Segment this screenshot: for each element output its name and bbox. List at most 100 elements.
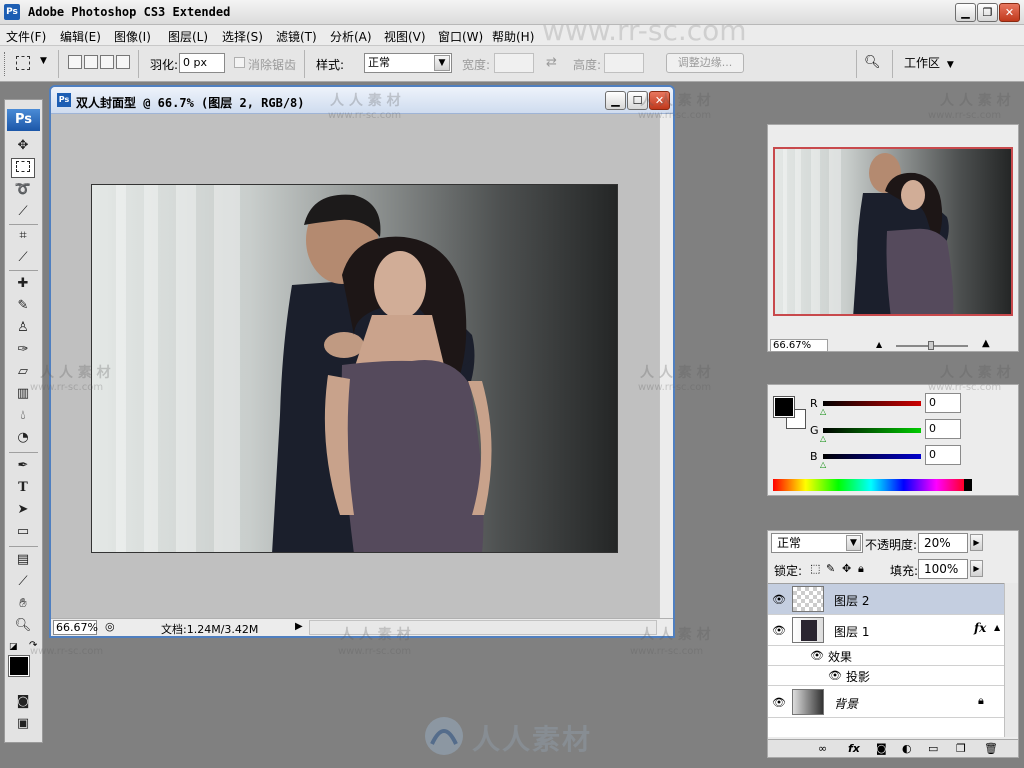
new-selection-button[interactable] — [68, 55, 82, 69]
opacity-slider-button[interactable]: ▶ — [970, 534, 983, 551]
style-select[interactable]: 正常 ▼ — [364, 53, 452, 73]
hand-tool[interactable]: ✋︎ — [11, 594, 35, 614]
document-canvas-area[interactable] — [51, 114, 659, 618]
blur-tool[interactable]: 💧︎ — [11, 406, 35, 426]
zoom-out-icon[interactable]: ▲ — [876, 340, 882, 349]
status-menu-arrow-icon[interactable]: ▶ — [295, 621, 303, 632]
lasso-tool[interactable]: ➰ — [11, 180, 35, 200]
eye-icon[interactable]: 👁︎ — [772, 593, 786, 606]
blend-mode-select[interactable]: 正常 ▼ — [771, 533, 863, 553]
feather-input[interactable]: 0 px — [179, 53, 225, 73]
workspace-menu-button[interactable]: 工作区 ▼ — [904, 54, 960, 74]
shape-tool[interactable]: ▭ — [11, 522, 35, 542]
eraser-tool[interactable]: ▱ — [11, 362, 35, 382]
fill-slider-button[interactable]: ▶ — [970, 560, 983, 577]
layer-row-background[interactable]: 👁︎ 背景 🔒︎ — [768, 686, 1004, 718]
navigator-thumbnail[interactable] — [773, 147, 1013, 316]
intersect-selection-button[interactable] — [116, 55, 130, 69]
crop-tool[interactable]: ⌗ — [11, 226, 35, 246]
expand-effects-icon[interactable]: ▲ — [994, 623, 1000, 632]
gradient-tool[interactable]: ▥ — [11, 384, 35, 404]
dodge-tool[interactable]: ◔ — [11, 428, 35, 448]
menu-view[interactable]: 视图(V) — [384, 28, 426, 45]
red-channel-value[interactable]: 0 — [925, 393, 961, 413]
swap-dimensions-icon[interactable]: ⇄ — [546, 55, 557, 70]
type-tool[interactable]: T — [11, 478, 35, 498]
bridge-button[interactable]: 🔍︎ — [864, 55, 886, 73]
eye-icon[interactable]: 👁︎ — [772, 696, 786, 709]
link-layers-icon[interactable]: ∞ — [818, 742, 827, 755]
refine-edge-button[interactable]: 调整边缘... — [666, 53, 744, 73]
slider-knob[interactable] — [928, 341, 934, 350]
options-bar-grip[interactable] — [4, 52, 6, 76]
doc-minimize-button[interactable]: ▁ — [605, 91, 626, 110]
clone-stamp-tool[interactable]: ♙ — [11, 318, 35, 338]
menu-layer[interactable]: 图层(L) — [168, 28, 208, 45]
horizontal-scrollbar[interactable] — [309, 620, 657, 635]
navigator-zoom-slider[interactable] — [896, 341, 968, 350]
subtract-from-selection-button[interactable] — [100, 55, 114, 69]
menu-image[interactable]: 图像(I) — [114, 28, 151, 45]
eye-icon[interactable]: 👁︎ — [828, 669, 842, 682]
layers-scrollbar[interactable] — [1004, 583, 1018, 737]
tool-preset-picker[interactable]: ▼ — [14, 54, 54, 74]
doc-close-button[interactable]: ✕ — [649, 91, 670, 110]
menu-edit[interactable]: 编辑(E) — [60, 28, 101, 45]
quick-mask-icon[interactable]: ◙ — [11, 692, 35, 712]
lock-image-icon[interactable]: ✎ — [826, 562, 835, 575]
layer-row-layer1[interactable]: 👁︎ 图层 1 fx ▲ — [768, 615, 1004, 646]
add-mask-icon[interactable]: ◙ — [876, 742, 887, 755]
delete-layer-icon[interactable]: 🗑︎ — [984, 742, 998, 755]
opacity-input[interactable]: 20% — [918, 533, 968, 553]
menu-analysis[interactable]: 分析(A) — [330, 28, 372, 45]
blue-channel-slider[interactable] — [823, 454, 921, 459]
new-group-icon[interactable]: ▭ — [928, 742, 938, 755]
notes-tool[interactable]: ▤ — [11, 550, 35, 570]
zoom-level-field[interactable]: 66.67% — [53, 620, 98, 635]
lock-position-icon[interactable]: ✥ — [842, 562, 851, 575]
move-tool[interactable]: ✥ — [11, 136, 35, 156]
red-channel-slider[interactable] — [823, 401, 921, 406]
foreground-color-swatch[interactable] — [8, 655, 30, 677]
minimize-button[interactable]: ▁ — [955, 3, 976, 22]
menu-window[interactable]: 窗口(W) — [438, 28, 483, 45]
layer-row-layer2[interactable]: 👁︎ 图层 2 — [768, 584, 1004, 615]
menu-filter[interactable]: 滤镜(T) — [276, 28, 317, 45]
adjustment-layer-icon[interactable]: ◐ — [902, 742, 912, 755]
menu-file[interactable]: 文件(F) — [6, 28, 46, 45]
path-selection-tool[interactable]: ➤ — [11, 500, 35, 520]
drop-shadow-effect-row[interactable]: 👁︎ 投影 — [768, 666, 1004, 686]
slider-triangle-icon[interactable]: △ — [820, 434, 826, 443]
menu-select[interactable]: 选择(S) — [222, 28, 263, 45]
eyedropper-tool[interactable]: ⟋ — [11, 572, 35, 592]
slice-tool[interactable]: ⟋ — [11, 248, 35, 268]
pen-tool[interactable]: ✒ — [11, 456, 35, 476]
swap-colors-icon[interactable]: ↷ — [29, 640, 37, 651]
add-to-selection-button[interactable] — [84, 55, 98, 69]
antialias-checkbox[interactable] — [234, 57, 245, 68]
blue-channel-value[interactable]: 0 — [925, 445, 961, 465]
screen-mode-icon[interactable]: ▣ — [11, 714, 35, 734]
status-info-icon[interactable]: ◎ — [105, 620, 115, 633]
lock-transparent-icon[interactable]: ⬚ — [810, 562, 820, 575]
history-brush-tool[interactable]: ✑ — [11, 340, 35, 360]
brush-tool[interactable]: ✎ — [11, 296, 35, 316]
healing-brush-tool[interactable]: ✚ — [11, 274, 35, 294]
fill-input[interactable]: 100% — [918, 559, 968, 579]
height-input[interactable] — [604, 53, 644, 73]
lock-all-icon[interactable]: 🔒︎ — [858, 562, 864, 576]
magic-wand-tool[interactable]: ⟋ — [11, 202, 35, 222]
layer-effects-row[interactable]: 👁︎ 效果 — [768, 646, 1004, 666]
width-input[interactable] — [494, 53, 534, 73]
menu-help[interactable]: 帮助(H) — [492, 28, 534, 45]
doc-maximize-button[interactable]: ☐ — [627, 91, 648, 110]
black-swatch[interactable] — [964, 479, 972, 491]
zoom-in-icon[interactable]: ▲ — [982, 338, 990, 349]
slider-triangle-icon[interactable]: △ — [820, 407, 826, 416]
foreground-color-swatch[interactable] — [773, 396, 795, 418]
layer-effects-fx-icon[interactable]: fx — [974, 621, 986, 635]
color-spectrum-bar[interactable] — [773, 479, 969, 491]
green-channel-slider[interactable] — [823, 428, 921, 433]
restore-button[interactable]: ❐ — [977, 3, 998, 22]
slider-triangle-icon[interactable]: △ — [820, 460, 826, 469]
